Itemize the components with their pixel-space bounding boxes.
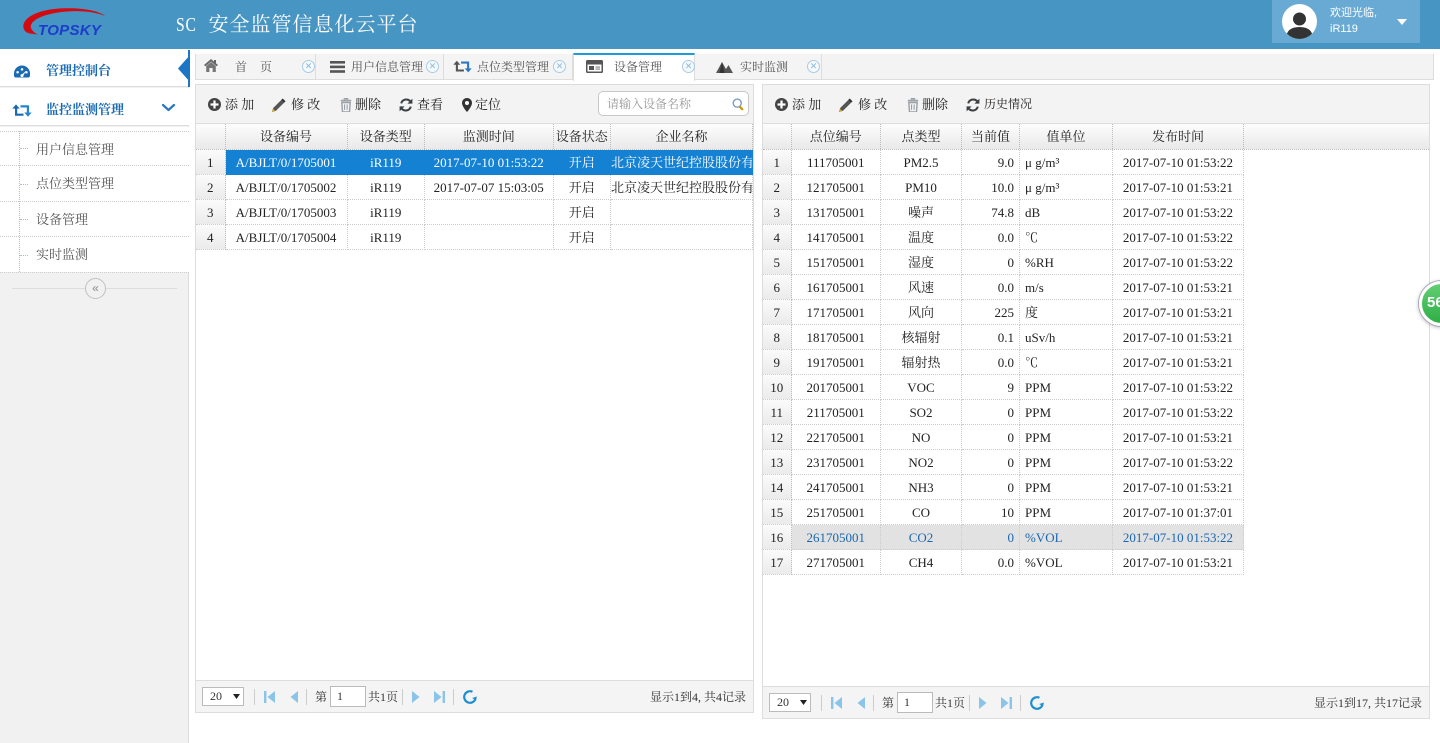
svg-text:TOPSKY: TOPSKY — [38, 22, 103, 39]
